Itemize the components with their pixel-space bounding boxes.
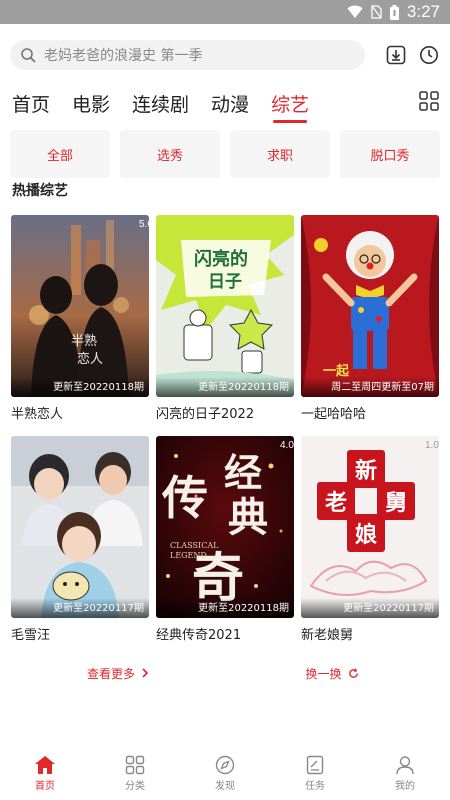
search-input[interactable]: 老妈老爸的浪漫史 第一季 — [10, 40, 365, 70]
show-card[interactable]: 更新至20220117期 毛雪汪 — [11, 436, 149, 643]
tab-variety[interactable]: 综艺 — [271, 90, 309, 123]
view-more-button[interactable]: 查看更多 — [78, 662, 158, 684]
bottom-nav: 首页 分类 发现 任务 我的 — [0, 746, 450, 800]
refresh-label: 换一换 — [305, 666, 342, 681]
compass-icon — [215, 755, 235, 775]
tab-anime[interactable]: 动漫 — [211, 90, 249, 117]
episode-badge: 周二至周四更新至07期 — [301, 377, 439, 397]
svg-text:典: 典 — [228, 494, 268, 541]
refresh-icon — [348, 667, 359, 679]
show-title[interactable]: 半熟恋人 — [11, 403, 149, 422]
show-poster[interactable]: 一起 周二至周四更新至07期 — [301, 215, 439, 397]
chevron-right-icon — [141, 668, 149, 678]
episode-badge: 更新至20220117期 — [301, 598, 439, 618]
show-poster[interactable]: 半熟 恋人 5.0 更新至20220118期 — [11, 215, 149, 397]
svg-text:传: 传 — [161, 471, 208, 525]
history-clock-icon[interactable] — [416, 40, 442, 70]
section-title: 热播综艺 — [12, 183, 68, 199]
show-card[interactable]: 半熟 恋人 5.0 更新至20220118期 半熟恋人 — [11, 215, 149, 422]
view-more-label: 查看更多 — [86, 666, 135, 681]
show-title[interactable]: 一起哈哈哈 — [301, 403, 439, 422]
nav-category[interactable]: 分类 — [90, 746, 180, 800]
show-card[interactable]: 经 典 传 奇 CLASSICAL LEGEND 4.0 更新至20220118… — [156, 436, 294, 643]
episode-badge: 更新至20220118期 — [156, 598, 294, 618]
tab-home[interactable]: 首页 — [12, 90, 50, 117]
show-card[interactable]: 闪亮的 日子 更新至20220118期 闪亮的日子2022 — [156, 215, 294, 422]
wifi-icon — [347, 5, 363, 19]
svg-text:经: 经 — [224, 450, 262, 495]
user-icon — [395, 755, 415, 775]
rating-text: 1.0 — [425, 440, 439, 451]
category-grid-icon — [125, 755, 145, 775]
download-icon[interactable] — [383, 40, 409, 70]
chip-talent-show[interactable]: 选秀 — [120, 130, 220, 178]
tab-movies[interactable]: 电影 — [72, 90, 110, 117]
show-title[interactable]: 闪亮的日子2022 — [156, 403, 294, 422]
search-row: 老妈老爸的浪漫史 第一季 — [10, 40, 440, 70]
category-tabs: 首页 电影 连续剧 动漫 综艺 — [12, 86, 440, 123]
svg-text:LEGEND: LEGEND — [170, 551, 207, 560]
svg-text:闪亮的: 闪亮的 — [194, 248, 248, 270]
episode-badge: 更新至20220118期 — [156, 377, 294, 397]
nav-home[interactable]: 首页 — [0, 746, 90, 800]
svg-text:恋人: 恋人 — [77, 351, 103, 367]
chip-job-hunting[interactable]: 求职 — [230, 130, 330, 178]
show-title[interactable]: 新老娘舅 — [301, 624, 439, 643]
rating-text: 4.0 — [280, 440, 294, 451]
search-placeholder: 老妈老爸的浪漫史 第一季 — [44, 48, 203, 64]
nav-discover[interactable]: 发现 — [180, 746, 270, 800]
nav-profile[interactable]: 我的 — [360, 746, 450, 800]
svg-text:日子: 日子 — [208, 272, 242, 292]
nav-discover-label: 发现 — [215, 780, 235, 792]
show-poster[interactable]: 更新至20220117期 — [11, 436, 149, 618]
svg-text:娘: 娘 — [355, 522, 377, 548]
svg-text:老: 老 — [324, 490, 347, 516]
svg-text:CLASSICAL: CLASSICAL — [170, 541, 219, 550]
status-time: 3:27 — [406, 2, 440, 21]
battery-icon — [389, 4, 399, 20]
nav-tasks-label: 任务 — [305, 780, 325, 792]
show-grid: 半熟 恋人 5.0 更新至20220118期 半熟恋人 闪亮的 日子 更新至20… — [11, 215, 439, 643]
episode-badge: 更新至20220117期 — [11, 598, 149, 618]
chip-all[interactable]: 全部 — [10, 130, 110, 178]
no-sim-icon — [371, 5, 382, 19]
svg-text:舅: 舅 — [385, 490, 407, 516]
episode-badge: 更新至20220118期 — [11, 377, 149, 397]
chip-talk-show[interactable]: 脱口秀 — [340, 130, 440, 178]
nav-tasks[interactable]: 任务 — [270, 746, 360, 800]
svg-text:新: 新 — [355, 458, 377, 484]
show-title[interactable]: 毛雪汪 — [11, 624, 149, 643]
task-icon — [306, 755, 324, 775]
nav-home-label: 首页 — [35, 780, 55, 792]
show-poster[interactable]: 新 老 舅 娘 1.0 更新至20220117期 — [301, 436, 439, 618]
show-poster[interactable]: 闪亮的 日子 更新至20220118期 — [156, 215, 294, 397]
status-bar: 3:27 — [0, 0, 450, 24]
rating-text: 5.0 — [139, 219, 149, 230]
show-title[interactable]: 经典传奇2021 — [156, 624, 294, 643]
show-card[interactable]: 一起 周二至周四更新至07期 一起哈哈哈 — [301, 215, 439, 422]
nav-category-label: 分类 — [125, 780, 145, 792]
show-poster[interactable]: 经 典 传 奇 CLASSICAL LEGEND 4.0 更新至20220118… — [156, 436, 294, 618]
filter-chips: 全部 选秀 求职 脱口秀 — [10, 130, 440, 178]
category-grid-icon[interactable] — [418, 90, 440, 112]
home-icon — [34, 755, 56, 775]
svg-text:半熟: 半熟 — [71, 333, 97, 349]
search-icon — [20, 47, 36, 63]
refresh-button[interactable]: 换一换 — [292, 662, 372, 684]
show-card[interactable]: 新 老 舅 娘 1.0 更新至20220117期 新老娘舅 — [301, 436, 439, 643]
tab-series[interactable]: 连续剧 — [132, 90, 189, 117]
nav-profile-label: 我的 — [395, 780, 415, 792]
